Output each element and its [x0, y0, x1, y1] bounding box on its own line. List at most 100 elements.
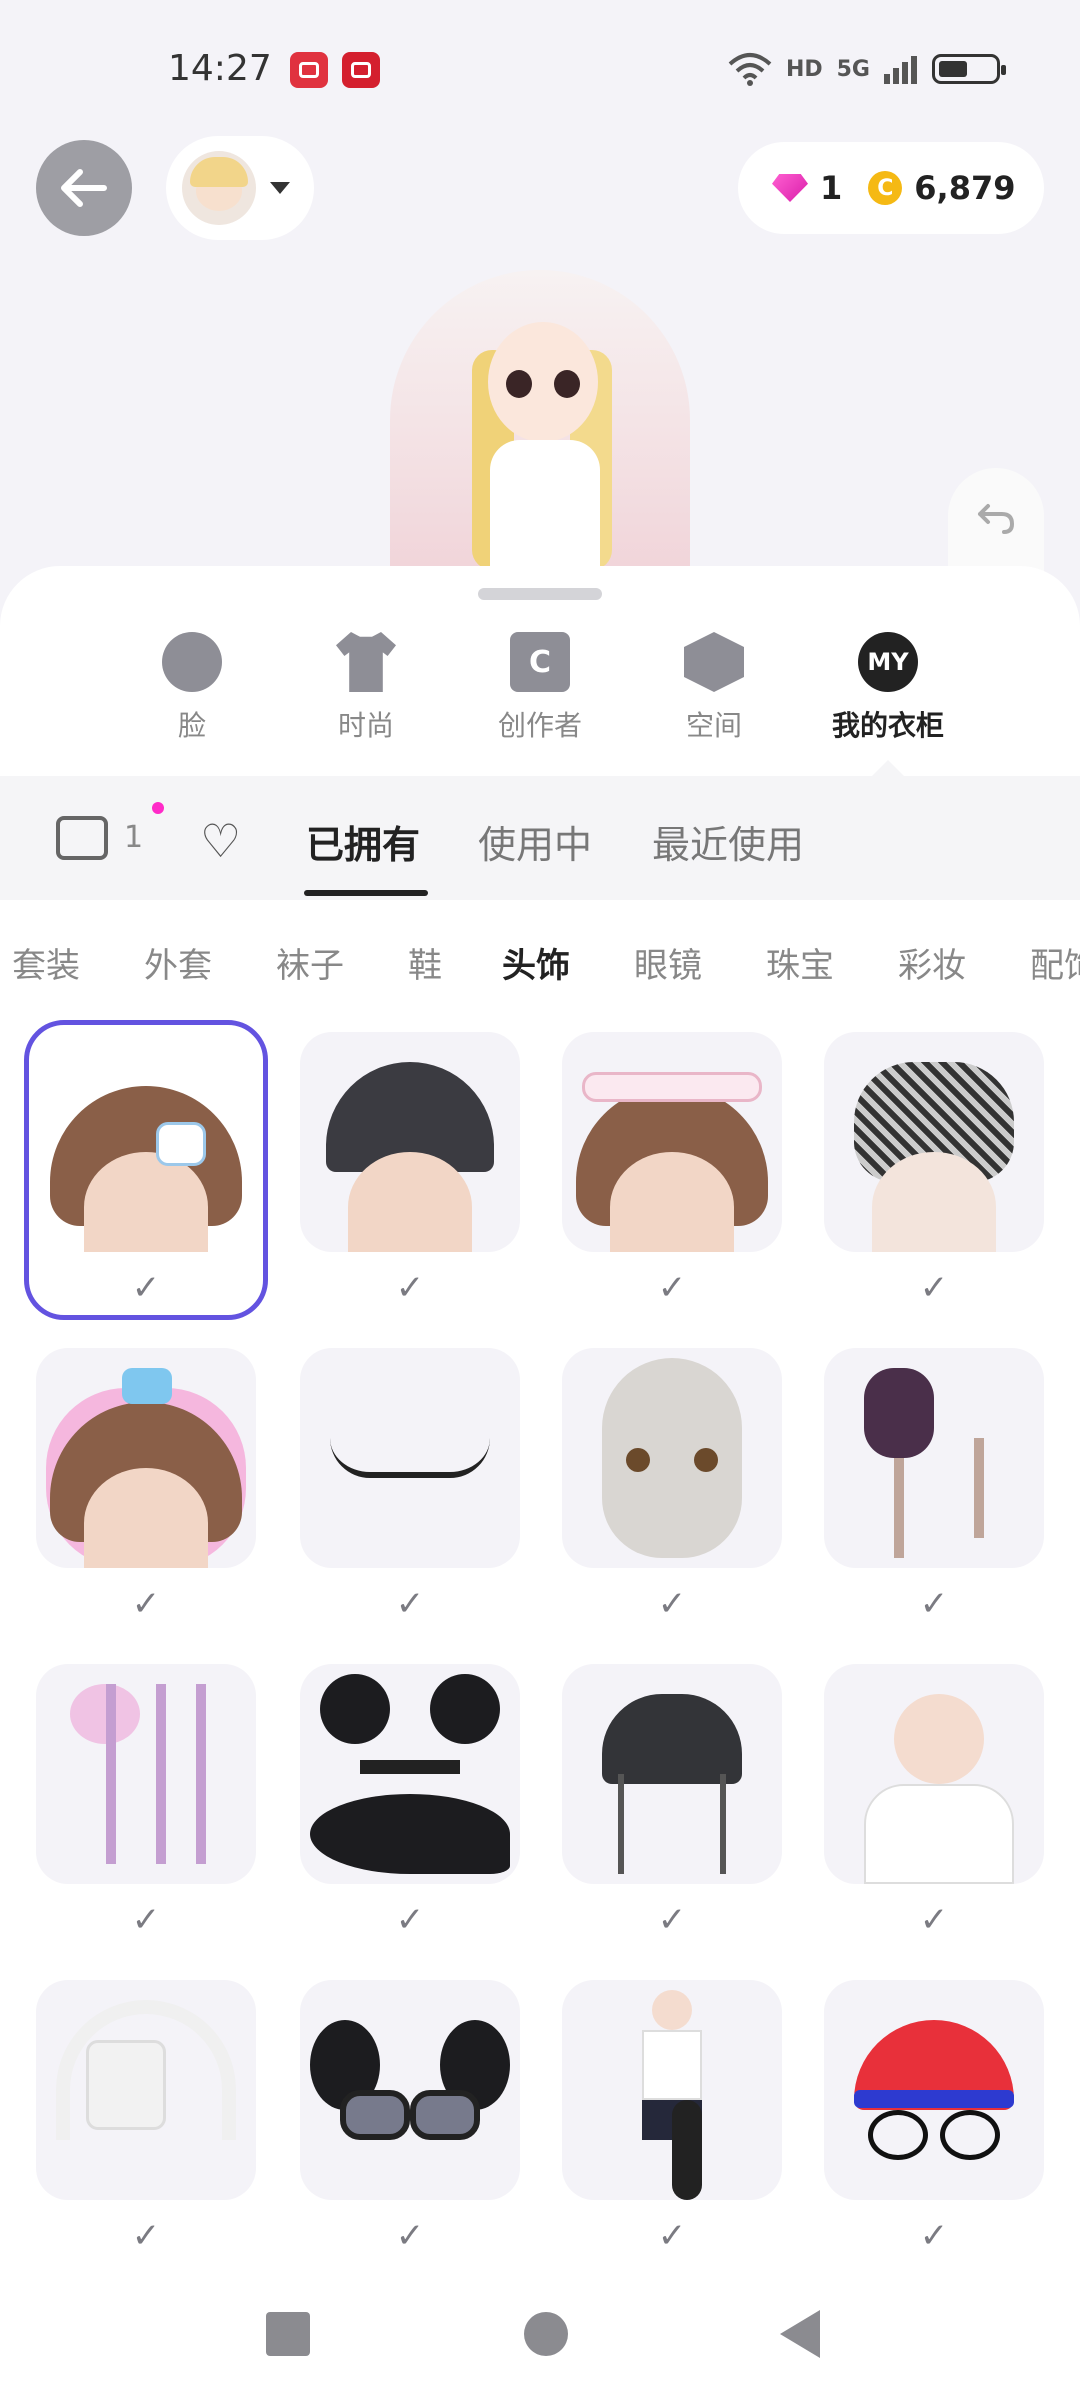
- item-art: [320, 1674, 390, 1744]
- item-card[interactable]: ✓: [824, 1348, 1044, 1648]
- type-tab-accessories[interactable]: 配饰: [1030, 938, 1080, 987]
- currency-balance[interactable]: 1 C 6,879: [738, 142, 1044, 234]
- item-art: [86, 2040, 166, 2130]
- item-card[interactable]: ✓: [824, 1664, 1044, 1964]
- tab-owned[interactable]: 已拥有: [306, 814, 420, 869]
- tab-space[interactable]: 空间: [644, 632, 784, 744]
- type-tab-jewelry[interactable]: 珠宝: [766, 938, 834, 987]
- item-art: [84, 1468, 208, 1568]
- check-icon: ✓: [395, 1584, 425, 1624]
- avatar-switcher[interactable]: [166, 136, 314, 240]
- type-tab-makeup[interactable]: 彩妆: [898, 938, 966, 987]
- sheet-drag-handle[interactable]: [478, 588, 602, 600]
- item-art: [70, 1684, 140, 1744]
- item-art: [672, 2100, 702, 2200]
- item-art: [310, 1794, 510, 1874]
- item-thumbnail: [824, 1348, 1044, 1568]
- item-card[interactable]: ✓: [36, 1980, 256, 2280]
- item-card[interactable]: ✓: [300, 1664, 520, 1964]
- item-art: [602, 1694, 742, 1784]
- type-tab-coat[interactable]: 外套: [144, 938, 212, 987]
- item-thumbnail: [300, 1664, 520, 1884]
- type-tab-glasses[interactable]: 眼镜: [634, 938, 702, 987]
- bow-icon: [122, 1368, 172, 1404]
- face-icon: [162, 632, 222, 692]
- heart-icon[interactable]: ♡: [200, 818, 241, 864]
- coin-icon: C: [868, 171, 903, 205]
- my-closet-icon: MY: [858, 632, 918, 692]
- item-thumbnail: [36, 1664, 256, 1884]
- item-thumbnail: [824, 1980, 1044, 2200]
- item-art: [430, 1674, 500, 1744]
- coupon-icon[interactable]: [56, 816, 108, 860]
- item-card[interactable]: ✓: [36, 1664, 256, 1964]
- item-thumbnail: [36, 1980, 256, 2200]
- item-art: [864, 1784, 1014, 1884]
- closet-filter-bar: 1 ♡ 已拥有 使用中 最近使用: [0, 776, 1080, 900]
- item-art: [610, 1152, 734, 1252]
- item-card[interactable]: ✓: [300, 1032, 520, 1332]
- item-card[interactable]: ✓: [562, 1032, 782, 1332]
- item-art: [348, 1152, 472, 1252]
- tab-creator[interactable]: C 创作者: [470, 632, 610, 744]
- item-art: [894, 1458, 904, 1558]
- item-card[interactable]: ✓: [300, 1980, 520, 2280]
- wardrobe-sheet: 脸 时尚 C 创作者 空间 MY 我的衣柜 1 ♡ 已拥有 使用中 最近使用 套…: [0, 566, 1080, 2400]
- active-tab-pointer: [872, 760, 904, 776]
- home-button[interactable]: [524, 2312, 568, 2356]
- item-thumbnail: [562, 1032, 782, 1252]
- back-button[interactable]: [36, 140, 132, 236]
- item-card[interactable]: ✓: [562, 1980, 782, 2280]
- item-thumbnail: [300, 1032, 520, 1252]
- check-icon: ✓: [131, 1900, 161, 1940]
- cat-clip-icon: [156, 1122, 206, 1166]
- tab-label: 我的衣柜: [831, 709, 944, 742]
- tab-in-use[interactable]: 使用中: [478, 814, 592, 869]
- item-card[interactable]: ✓: [36, 1348, 256, 1648]
- item-card[interactable]: ✓: [562, 1348, 782, 1648]
- signal-icon: [884, 56, 917, 84]
- item-card[interactable]: ✓: [562, 1664, 782, 1964]
- cube-icon: [684, 632, 744, 692]
- check-icon: ✓: [657, 2216, 687, 2256]
- item-thumbnail: [300, 1348, 520, 1568]
- item-art: [868, 2110, 928, 2160]
- avatar-eye-left: [506, 370, 532, 398]
- tab-my-closet[interactable]: MY 我的衣柜: [818, 632, 958, 744]
- check-icon: ✓: [395, 2216, 425, 2256]
- gem-icon: [772, 174, 808, 202]
- shirt-icon: [336, 632, 396, 692]
- type-tab-shoes[interactable]: 鞋: [408, 938, 442, 987]
- tab-recently-used[interactable]: 最近使用: [652, 814, 804, 869]
- avatar-face: [488, 322, 598, 442]
- item-art: [618, 1774, 624, 1874]
- item-art: [106, 1684, 116, 1864]
- tab-fashion[interactable]: 时尚: [296, 632, 436, 744]
- item-card[interactable]: ✓: [300, 1348, 520, 1648]
- undo-icon: [978, 504, 1014, 534]
- status-indicators: HD 5G: [728, 52, 1006, 86]
- avatar-preview[interactable]: [360, 270, 720, 570]
- network-indicator: 5G: [836, 56, 870, 82]
- item-art: [940, 2110, 1000, 2160]
- recent-apps-button[interactable]: [266, 2312, 310, 2356]
- type-tab-socks[interactable]: 袜子: [276, 938, 344, 987]
- item-art: [872, 1152, 996, 1252]
- check-icon: ✓: [131, 1268, 161, 1308]
- wifi-icon: [728, 53, 772, 86]
- item-thumbnail: [562, 1348, 782, 1568]
- item-card[interactable]: ✓: [24, 1020, 268, 1332]
- type-tab-outfit[interactable]: 套装: [12, 938, 80, 987]
- item-card[interactable]: ✓: [824, 1032, 1044, 1332]
- type-tab-headwear[interactable]: 头饰: [502, 938, 570, 987]
- item-art: [854, 2090, 1014, 2108]
- item-art: [410, 2090, 480, 2140]
- system-back-button[interactable]: [780, 2310, 820, 2358]
- tab-face[interactable]: 脸: [122, 632, 262, 744]
- check-icon: ✓: [395, 1268, 425, 1308]
- creator-bag-icon: C: [510, 632, 570, 692]
- item-card[interactable]: ✓: [824, 1980, 1044, 2280]
- coin-count: 6,879: [914, 169, 1016, 207]
- item-art: [360, 1760, 460, 1774]
- item-art: [156, 1684, 166, 1864]
